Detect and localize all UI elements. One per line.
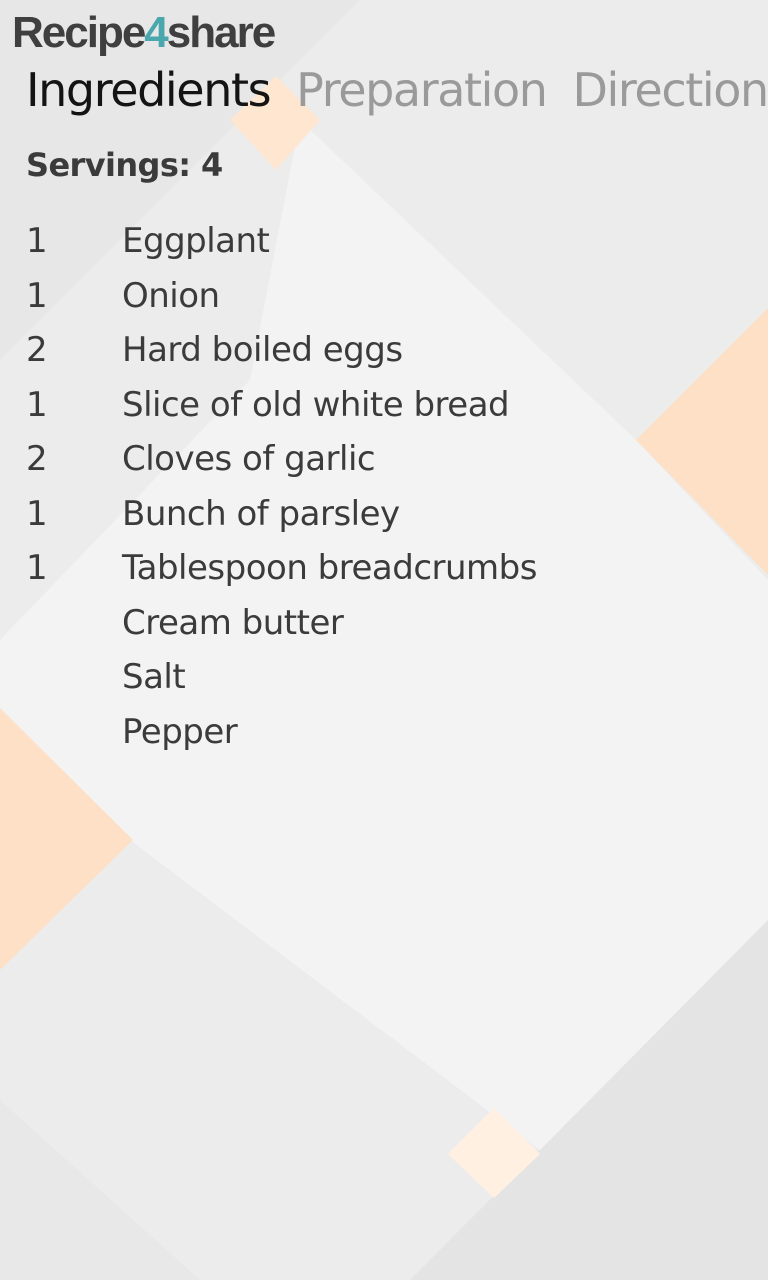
tab-ingredients[interactable]: Ingredients	[26, 60, 272, 120]
ingredient-name: Salt	[122, 657, 186, 697]
tab-directions[interactable]: Directions	[573, 60, 768, 120]
servings-label: Servings: 4	[26, 146, 223, 184]
ingredient-row: 1 Tablespoon breadcrumbs	[26, 541, 746, 596]
ingredient-list: 1 Eggplant 1 Onion 2 Hard boiled eggs 1 …	[26, 214, 746, 759]
ingredient-quantity: 1	[26, 493, 48, 534]
logo-text-suffix: share	[166, 8, 276, 57]
ingredient-row: Pepper	[26, 705, 746, 760]
ingredient-quantity: 1	[26, 384, 48, 425]
ingredient-row: 1 Onion	[26, 269, 746, 324]
ingredient-quantity: 1	[26, 221, 48, 261]
ingredient-quantity: 2	[26, 439, 48, 479]
ingredient-name: Slice of old white bread	[122, 384, 510, 425]
pivot-tabs: Ingredients Preparation Directions	[26, 60, 768, 120]
ingredient-name: Hard boiled eggs	[122, 330, 403, 370]
ingredient-row: 2 Hard boiled eggs	[26, 323, 746, 378]
tab-preparation[interactable]: Preparation	[296, 60, 548, 120]
ingredient-row: 2 Cloves of garlic	[26, 432, 746, 487]
ingredient-name: Pepper	[122, 711, 238, 752]
ingredient-row: Salt	[26, 650, 746, 705]
ingredient-row: Cream butter	[26, 596, 746, 651]
ingredient-name: Eggplant	[122, 221, 270, 261]
ingredient-quantity: 2	[26, 330, 48, 370]
ingredient-name: Cream butter	[122, 602, 344, 643]
ingredient-row: 1 Eggplant	[26, 214, 746, 269]
app-logo: Recipe4share	[12, 8, 276, 58]
ingredient-row: 1 Slice of old white bread	[26, 378, 746, 433]
ingredient-name: Cloves of garlic	[122, 439, 376, 479]
ingredient-name: Tablespoon breadcrumbs	[122, 548, 537, 588]
ingredient-quantity: 1	[26, 275, 48, 316]
ingredient-name: Onion	[122, 275, 220, 316]
ingredient-name: Bunch of parsley	[122, 493, 400, 534]
logo-text-prefix: Recipe	[12, 8, 146, 57]
logo-text-accent: 4	[144, 8, 169, 57]
ingredient-row: 1 Bunch of parsley	[26, 487, 746, 542]
ingredient-quantity: 1	[26, 548, 48, 588]
